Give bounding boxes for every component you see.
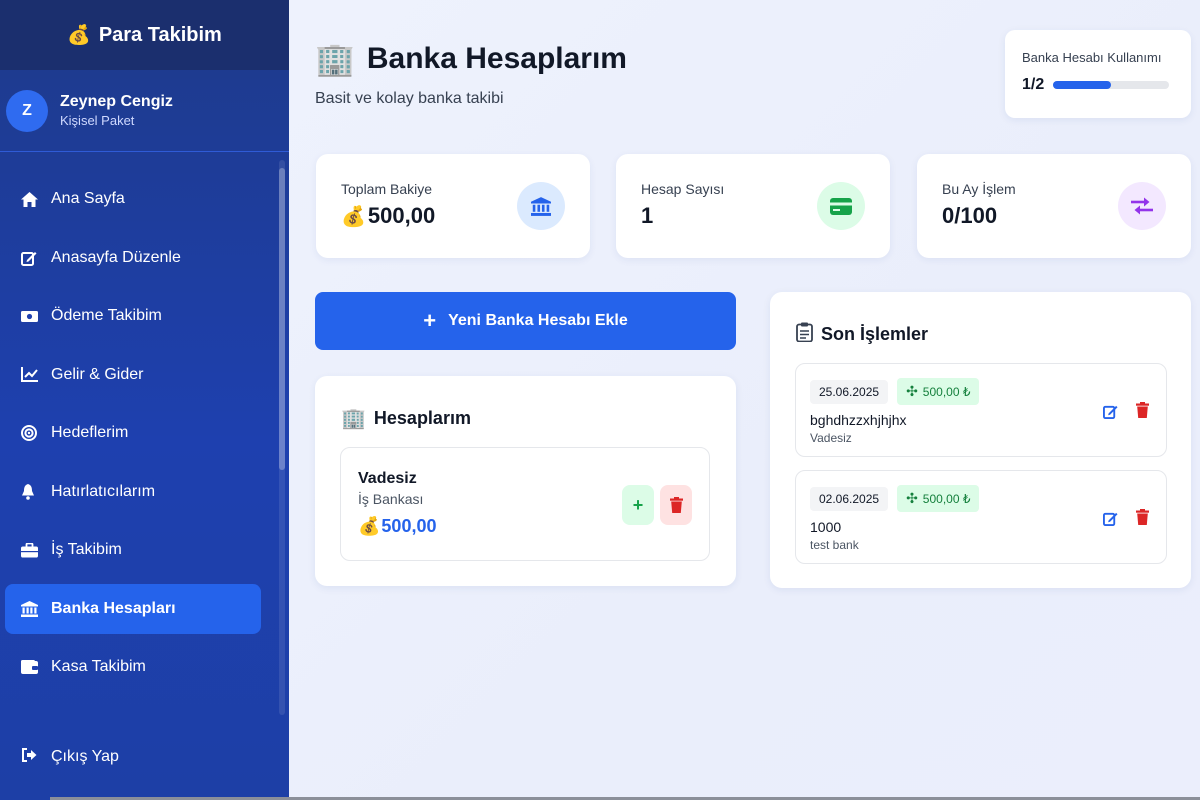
- usage-progress-fill: [1053, 81, 1112, 89]
- main-content: 🏢 Banka Hesaplarım Basit ve kolay banka …: [289, 0, 1200, 800]
- money-bag-icon: 💰: [341, 205, 366, 228]
- trash-icon[interactable]: [1136, 509, 1149, 529]
- transaction-account: Vadesiz: [810, 431, 852, 445]
- sidebar-item-kasa-takibim[interactable]: Kasa Takibim: [5, 642, 261, 692]
- sidebar-item-label: Anasayfa Düzenle: [51, 248, 181, 266]
- edit-icon: [21, 250, 51, 266]
- accounts-card-title: 🏢 Hesaplarım: [341, 406, 471, 431]
- sidebar-nav: Ana Sayfa Anasayfa Düzenle Ödeme Takibim…: [5, 174, 261, 701]
- sidebar: 💰 Para Takibim Z Zeynep Cengiz Kişisel P…: [0, 0, 289, 800]
- clipboard-icon: [796, 322, 813, 347]
- account-name: Vadesiz: [358, 470, 417, 487]
- transaction-amount-badge: ✣ 500,00 ₺: [897, 378, 980, 405]
- page-subtitle: Basit ve kolay banka takibi: [315, 90, 504, 107]
- credit-card-icon: [817, 182, 865, 230]
- recent-transactions-card: Son İşlemler 25.06.2025 ✣ 500,00 ₺ bghdh…: [770, 292, 1191, 588]
- accounts-card-title-text: Hesaplarım: [373, 408, 471, 428]
- sidebar-item-label: Hatırlatıcılarım: [51, 482, 156, 500]
- stat-value-text: 500,00: [367, 203, 436, 228]
- page-title-text: Banka Hesaplarım: [366, 42, 627, 75]
- logout-label: Çıkış Yap: [51, 748, 119, 765]
- transaction-item[interactable]: 02.06.2025 ✣ 500,00 ₺ 1000 test bank: [795, 470, 1167, 564]
- sidebar-item-label: Ana Sayfa: [51, 190, 125, 207]
- sidebar-item-label: Kasa Takibim: [51, 658, 146, 675]
- income-arrows-icon: ✣: [906, 490, 918, 506]
- sidebar-item-label: Banka Hesapları: [51, 599, 176, 617]
- office-building-icon: 🏢: [341, 408, 366, 430]
- transaction-amount: 500,00 ₺: [922, 491, 971, 506]
- user-plan: Kişisel Paket: [60, 113, 135, 128]
- transactions-card-title: Son İşlemler: [796, 322, 928, 347]
- account-item[interactable]: Vadesiz İş Bankası 💰 500,00 +: [340, 447, 710, 561]
- stat-card-monthly-transactions: Bu Ay İşlem 0/100: [917, 154, 1191, 258]
- target-icon: [21, 425, 51, 441]
- sidebar-scrollbar-thumb[interactable]: [279, 168, 285, 470]
- briefcase-icon: [21, 542, 51, 558]
- brand[interactable]: 💰 Para Takibim: [0, 0, 289, 70]
- sign-out-icon: [21, 748, 51, 766]
- exchange-icon: [1118, 182, 1166, 230]
- usage-count: 1/2: [1022, 76, 1045, 93]
- account-balance: 💰 500,00: [358, 516, 709, 537]
- bank-icon: [21, 600, 51, 617]
- usage-card: Banka Hesabı Kullanımı 1/2: [1005, 30, 1191, 118]
- plus-icon: +: [632, 494, 644, 515]
- stat-card-account-count: Hesap Sayısı 1: [616, 154, 890, 258]
- add-bank-account-button[interactable]: + Yeni Banka Hesabı Ekle: [315, 292, 736, 350]
- sidebar-item-is-takibim[interactable]: İş Takibim: [5, 525, 261, 575]
- user-profile: Z Zeynep Cengiz Kişisel Paket: [0, 70, 289, 152]
- usage-progress-bar: [1053, 81, 1170, 89]
- wallet-icon: [21, 660, 51, 674]
- sidebar-item-label: Gelir & Gider: [51, 365, 144, 383]
- office-building-icon: 🏢: [315, 41, 355, 77]
- money-bag-icon: 💰: [67, 25, 91, 46]
- add-transaction-button[interactable]: +: [622, 485, 654, 525]
- sidebar-item-banka-hesaplari[interactable]: Banka Hesapları: [5, 583, 261, 634]
- transaction-amount: 500,00 ₺: [922, 384, 971, 399]
- transaction-account: test bank: [810, 538, 859, 552]
- sidebar-item-ana-sayfa[interactable]: Ana Sayfa: [5, 174, 261, 224]
- sidebar-item-gelir-gider[interactable]: Gelir & Gider: [5, 350, 261, 400]
- brand-title: Para Takibim: [98, 23, 222, 46]
- sidebar-item-label: İş Takibim: [51, 541, 122, 558]
- bell-icon: [21, 483, 51, 500]
- income-arrows-icon: ✣: [906, 383, 918, 399]
- delete-account-button[interactable]: [660, 485, 692, 525]
- trash-icon: [669, 497, 683, 513]
- transaction-item[interactable]: 25.06.2025 ✣ 500,00 ₺ bghdhzzxhjhjhx Vad…: [795, 363, 1167, 457]
- transactions-card-title-text: Son İşlemler: [821, 324, 929, 344]
- sidebar-item-hatirlaticilarim[interactable]: Hatırlatıcılarım: [5, 467, 261, 517]
- bank-icon: [517, 182, 565, 230]
- sidebar-item-hedeflerim[interactable]: Hedeflerim: [5, 408, 261, 458]
- cash-icon: [21, 310, 51, 323]
- edit-icon[interactable]: [1103, 404, 1118, 423]
- home-icon: [21, 191, 51, 207]
- account-balance-text: 500,00: [381, 516, 437, 536]
- accounts-card: 🏢 Hesaplarım Vadesiz İş Bankası 💰 500,00…: [315, 376, 736, 586]
- sidebar-item-label: Ödeme Takibim: [51, 307, 162, 324]
- sidebar-scrollbar[interactable]: [279, 160, 285, 715]
- trash-icon[interactable]: [1136, 402, 1149, 422]
- chart-line-icon: [21, 367, 51, 382]
- usage-label: Banka Hesabı Kullanımı: [1022, 50, 1162, 65]
- transaction-date: 25.06.2025: [810, 379, 889, 404]
- sidebar-item-label: Hedeflerim: [51, 424, 129, 441]
- page-title: 🏢 Banka Hesaplarım: [315, 40, 627, 78]
- sidebar-item-odeme-takibim[interactable]: Ödeme Takibim: [5, 291, 261, 341]
- transaction-date: 02.06.2025: [810, 486, 889, 511]
- transaction-amount-badge: ✣ 500,00 ₺: [897, 485, 980, 512]
- account-bank: İş Bankası: [358, 491, 424, 507]
- user-name: Zeynep Cengiz: [60, 93, 173, 110]
- plus-icon: +: [423, 308, 437, 333]
- avatar: Z: [6, 89, 48, 132]
- stat-card-total-balance: Toplam Bakiye 💰 500,00: [316, 154, 590, 258]
- add-bank-account-label: Yeni Banka Hesabı Ekle: [448, 312, 628, 329]
- sidebar-item-anasayfa-duzenle[interactable]: Anasayfa Düzenle: [5, 233, 261, 283]
- edit-icon[interactable]: [1103, 511, 1118, 530]
- logout-button[interactable]: Çıkış Yap: [5, 732, 261, 782]
- money-bag-icon: 💰: [358, 516, 381, 536]
